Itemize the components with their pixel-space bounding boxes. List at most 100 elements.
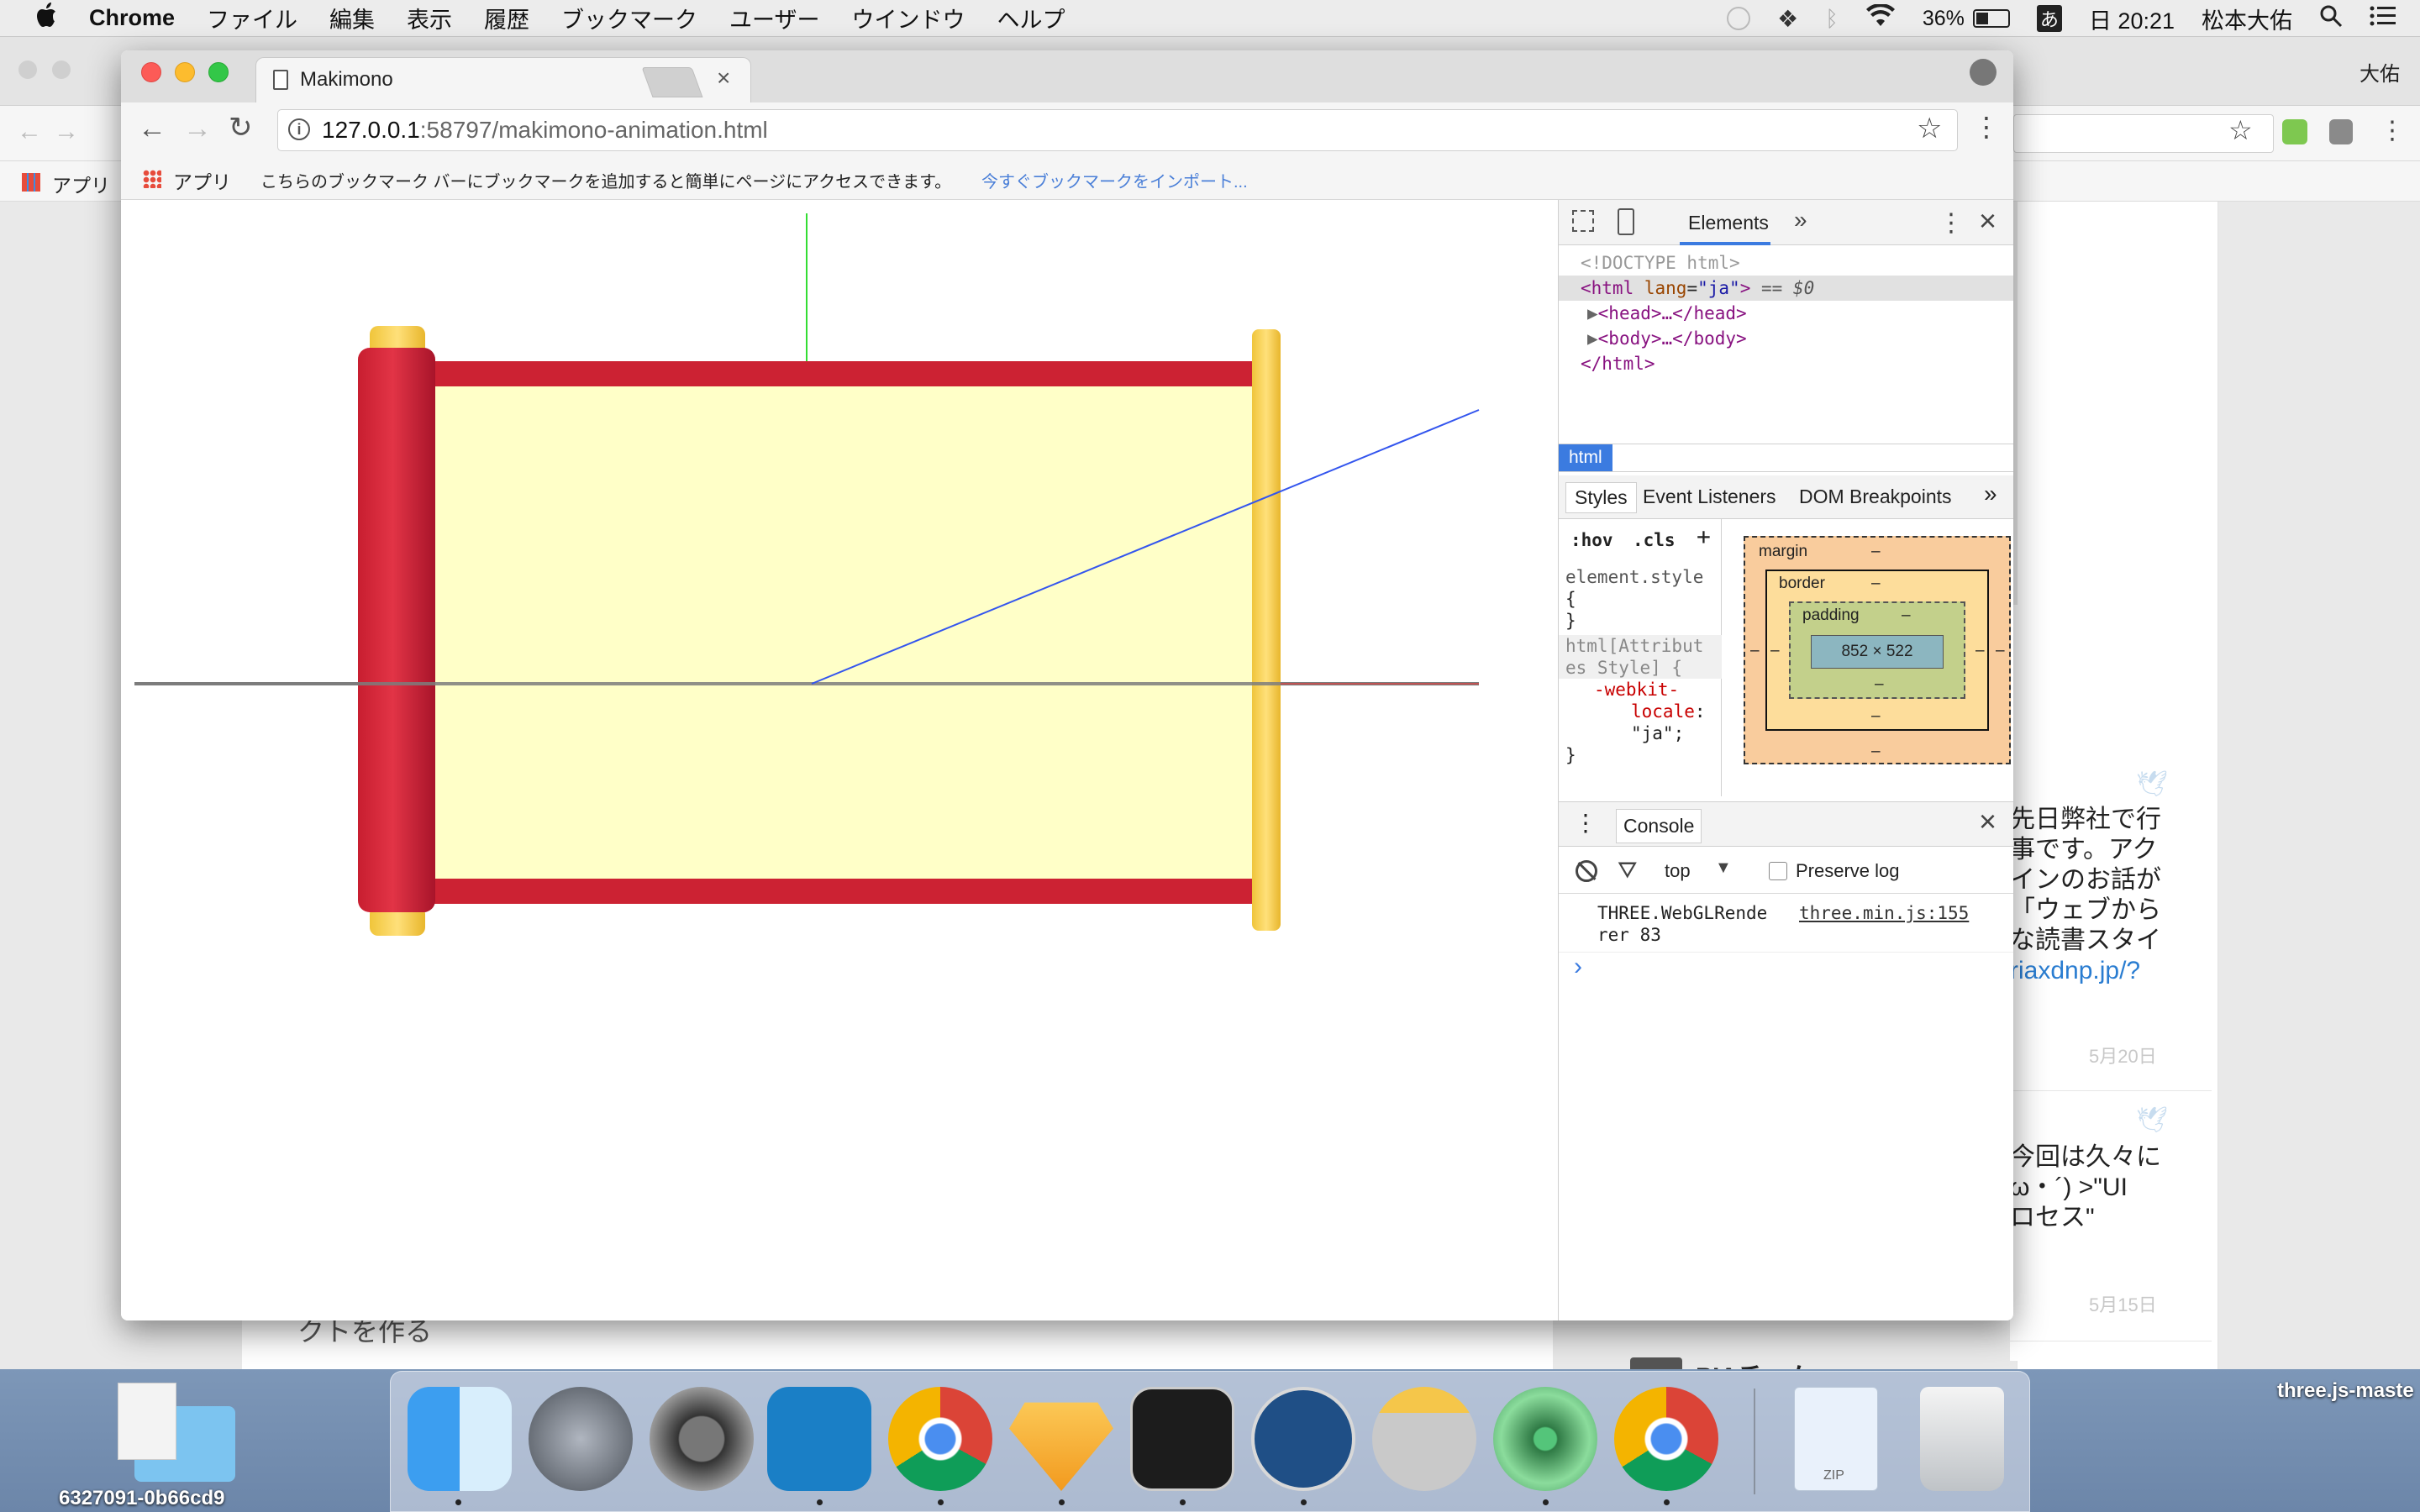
console-prompt[interactable]: › (1574, 953, 1582, 981)
system-preferences-icon[interactable] (650, 1387, 754, 1491)
console-source-link[interactable]: three.min.js:155 (1799, 902, 1969, 924)
back-icon[interactable]: ← (138, 113, 166, 145)
menu-help[interactable]: ヘルプ (997, 2, 1065, 34)
apps-bookmark[interactable]: アプリ (173, 166, 231, 195)
hover-state-toggle[interactable]: :hov (1570, 529, 1613, 551)
address-bar[interactable]: i 127.0.0.1:58797/makimono-animation.htm… (277, 109, 1958, 151)
minimize-window-button[interactable] (175, 62, 195, 82)
attribute-style-rule[interactable]: html[Attribut es Style] { (1559, 635, 1722, 679)
menu-view[interactable]: 表示 (407, 2, 452, 34)
profile-icon[interactable] (1970, 59, 1996, 86)
background-forward-icon[interactable]: → (54, 118, 79, 146)
dom-html-node[interactable]: <html lang="ja"> == $0 (1559, 276, 2013, 301)
new-tab-button[interactable] (641, 67, 703, 97)
context-dropdown-icon[interactable]: ▼ (1715, 858, 1732, 878)
url-text[interactable]: 127.0.0.1:58797/makimono-animation.html (322, 117, 768, 144)
status-d-icon[interactable] (1727, 7, 1751, 30)
tab-close-icon[interactable]: × (717, 65, 730, 92)
background-apps-grid-icon[interactable] (22, 173, 40, 192)
desktop-file-right-label[interactable]: three.js-maste (2277, 1379, 2414, 1403)
background-bookmark-star-icon[interactable]: ☆ (2228, 114, 2253, 146)
more-tabs-icon[interactable]: » (1794, 207, 1807, 234)
menu-users[interactable]: ユーザー (729, 2, 819, 34)
subtab-styles[interactable]: Styles (1565, 482, 1637, 513)
bookmark-star-icon[interactable]: ☆ (1917, 112, 1942, 145)
trash-icon[interactable] (1920, 1387, 2004, 1491)
info-icon[interactable]: i (288, 118, 310, 140)
preserve-log-checkbox[interactable] (1769, 862, 1787, 880)
preserve-log-label[interactable]: Preserve log (1796, 860, 1900, 882)
terminal-icon[interactable] (1130, 1387, 1234, 1491)
zoom-window-button[interactable] (208, 62, 229, 82)
expand-arrow-icon[interactable]: ▶ (1587, 303, 1598, 323)
atom-icon[interactable] (1493, 1387, 1597, 1491)
makimono-scene[interactable] (121, 200, 1558, 1320)
evernote-icon[interactable] (2329, 119, 2353, 144)
background-menu-icon[interactable]: ⋮ (2380, 116, 2405, 145)
box-padding[interactable]: padding – – 852 × 522 (1789, 601, 1965, 699)
tab-elements[interactable]: Elements (1688, 212, 1769, 234)
context-selector[interactable]: top (1665, 860, 1691, 882)
subtab-event-listeners[interactable]: Event Listeners (1643, 486, 1776, 508)
sequel-pro-icon[interactable] (1372, 1387, 1476, 1491)
box-margin[interactable]: margin – – – – border – – – – padding – … (1744, 536, 2011, 764)
input-method-icon[interactable]: あ (2036, 5, 2062, 32)
battery-icon[interactable] (1972, 9, 2010, 28)
menu-window[interactable]: ウインドウ (851, 2, 965, 34)
device-toolbar-icon[interactable] (1618, 208, 1634, 235)
spotlight-search-icon[interactable] (2319, 4, 2343, 34)
menu-edit[interactable]: 編集 (329, 2, 375, 34)
tab-console[interactable]: Console (1616, 809, 1702, 843)
finder-icon[interactable] (408, 1387, 512, 1491)
background-apps-label[interactable]: アプリ (52, 170, 110, 198)
brackets-icon[interactable] (767, 1387, 871, 1491)
new-style-rule-button[interactable]: + (1697, 525, 1711, 549)
dropbox-icon[interactable]: ❖ (1777, 5, 1798, 33)
subtab-dom-breakpoints[interactable]: DOM Breakpoints (1799, 486, 1952, 508)
sketch-icon[interactable] (1009, 1402, 1113, 1491)
menu-history[interactable]: 履歴 (484, 2, 529, 34)
import-bookmarks-link[interactable]: 今すぐブックマークをインポート... (981, 168, 1248, 192)
clock[interactable]: 日 20:21 (2089, 3, 2175, 35)
chrome-icon[interactable] (888, 1387, 992, 1491)
page-viewport[interactable] (121, 200, 1558, 1320)
tweet-1-link[interactable]: riaxdnp.jp/? (2010, 956, 2161, 986)
chrome-canary-icon[interactable] (1614, 1387, 1718, 1491)
menu-file[interactable]: ファイル (207, 2, 297, 34)
zip-file-icon[interactable]: ZIP (1794, 1387, 1878, 1491)
element-style-rule[interactable]: element.style { } (1565, 566, 1703, 632)
dom-doctype[interactable]: <!DOCTYPE html> (1559, 250, 2013, 276)
forward-icon[interactable]: → (183, 113, 212, 145)
close-window-button[interactable] (141, 62, 161, 82)
notification-center-icon[interactable] (2370, 5, 2396, 33)
css-property-1[interactable]: -webkit- (1565, 679, 1706, 701)
dom-head-node[interactable]: ▶<head>…</head> (1559, 301, 2013, 326)
box-border[interactable]: border – – – – padding – – 852 × 522 (1765, 570, 1989, 731)
background-extension-icon-1[interactable] (2282, 119, 2307, 144)
box-content[interactable]: 852 × 522 (1811, 635, 1944, 669)
bluetooth-icon[interactable]: ᛒ (1825, 6, 1839, 32)
reload-icon[interactable]: ↻ (229, 111, 253, 144)
class-toggle[interactable]: .cls (1633, 529, 1676, 551)
devtools-menu-icon[interactable]: ⋮ (1939, 208, 1964, 238)
drawer-menu-icon[interactable]: ⋮ (1574, 809, 1597, 837)
menu-app-name[interactable]: Chrome (89, 5, 175, 31)
user-name[interactable]: 松本大佑 (2202, 3, 2292, 35)
sourcetree-icon[interactable] (1251, 1387, 1355, 1491)
launchpad-icon[interactable] (529, 1387, 633, 1491)
wifi-icon[interactable] (1865, 3, 1896, 34)
console-close-icon[interactable]: × (1979, 804, 1996, 839)
desktop-file-left[interactable]: 6327091-0b66cd9 (59, 1374, 252, 1512)
dom-body-node[interactable]: ▶<body>…</body> (1559, 326, 2013, 351)
css-property-2[interactable]: locale: (1565, 701, 1706, 722)
devtools-close-icon[interactable]: × (1979, 203, 1996, 239)
menu-bookmarks[interactable]: ブックマーク (561, 2, 697, 34)
background-back-icon[interactable]: ← (17, 118, 42, 146)
breadcrumb-html[interactable]: html (1559, 444, 1612, 471)
inspect-element-icon[interactable] (1572, 210, 1594, 232)
filter-icon[interactable]: ⛛ (1618, 857, 1638, 885)
subtabs-more-icon[interactable]: » (1984, 480, 1997, 507)
background-profile-name[interactable]: 大佑 (2360, 57, 2400, 87)
apps-grid-icon[interactable] (143, 170, 161, 188)
css-value[interactable]: "ja"; (1565, 722, 1706, 744)
